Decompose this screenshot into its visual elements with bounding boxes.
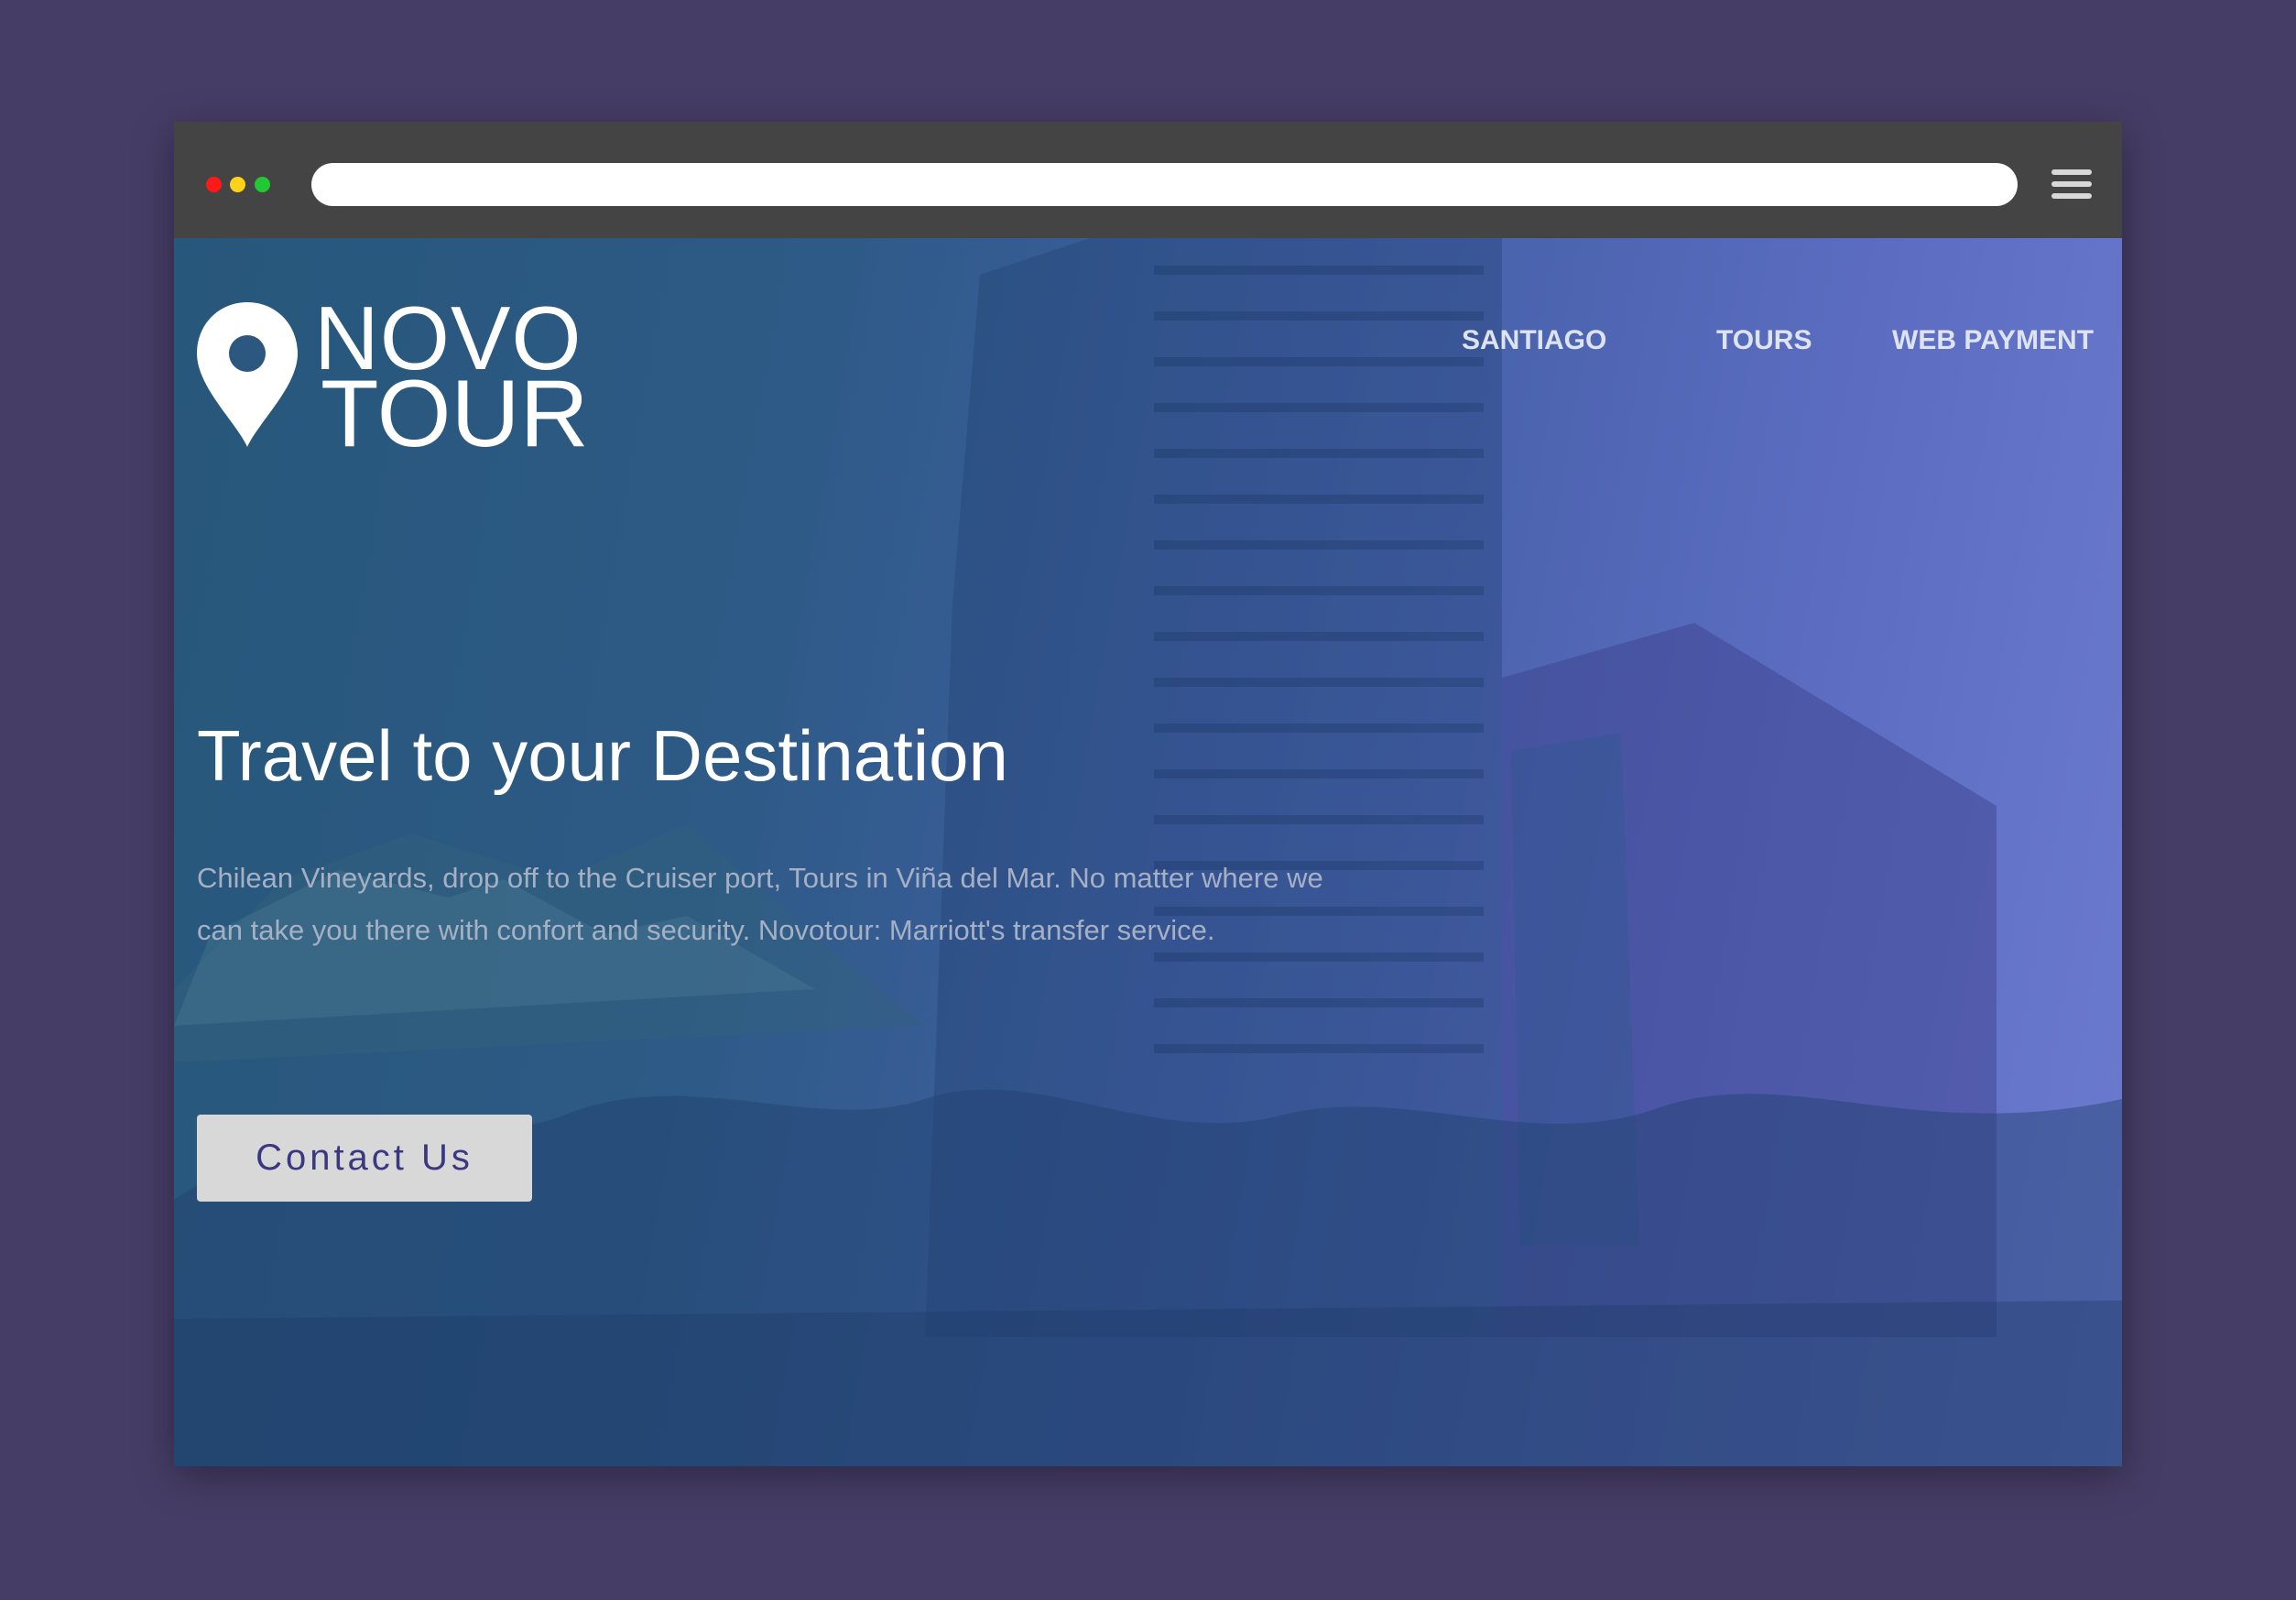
- browser-titlebar: [174, 122, 2122, 238]
- address-bar[interactable]: [311, 163, 2018, 206]
- hero-headline: Travel to your Destination: [197, 715, 1008, 796]
- novotour-logo[interactable]: NOVO TOUR: [197, 293, 589, 462]
- hero-description: Chilean Vineyards, drop off to the Cruis…: [197, 862, 1323, 946]
- nav-link-santiago[interactable]: SANTIAGO: [1462, 325, 1606, 356]
- nav-link-tours[interactable]: TOURS: [1716, 325, 1812, 356]
- hero-section: NOVO TOUR SANTIAGO TOURS WEB PAYMENT Tra…: [174, 238, 2122, 1466]
- nav-link-web-payment[interactable]: WEB PAYMENT: [1892, 325, 2094, 356]
- minimize-window-dot[interactable]: [230, 177, 245, 192]
- hamburger-menu-icon[interactable]: [2051, 167, 2092, 201]
- map-pin-icon: [197, 302, 298, 447]
- close-window-dot[interactable]: [206, 177, 222, 192]
- browser-window: NOVO TOUR SANTIAGO TOURS WEB PAYMENT Tra…: [174, 122, 2122, 1466]
- logo-text-tour: TOUR: [321, 361, 589, 467]
- maximize-window-dot[interactable]: [255, 177, 270, 192]
- contact-us-button[interactable]: Contact Us: [197, 1115, 532, 1202]
